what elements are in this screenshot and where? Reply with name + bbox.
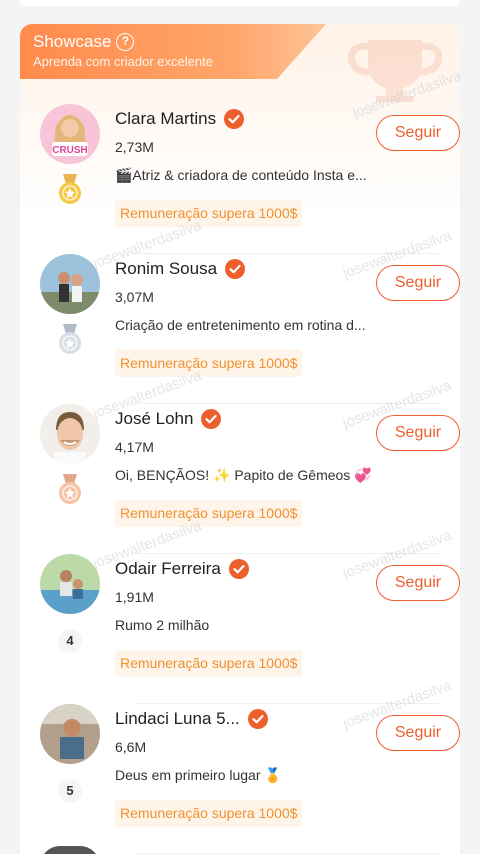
creator-name[interactable]: Lindaci Luna 5... [115,709,240,729]
creator-bio: Criação de entretenimento em rotina d... [115,317,366,333]
banner-title-text: Showcase [33,32,112,51]
earnings-tag: Remuneração supera 1000$ [115,500,303,527]
creator-row[interactable]: Ronim Sousa 3,07M Criação de entreteniment… [40,254,460,404]
gold-medal-icon [59,174,81,204]
earnings-tag: Remuneração supera 1000$ [115,650,303,677]
creator-name-line: Clara Martins [115,109,245,129]
creator-row[interactable]: CRUSH Clara Martins 2,73M 🎬Atriz & criadora… [40,104,460,254]
earnings-tag: Remuneração supera 1000$ [115,350,303,377]
follow-button[interactable]: Seguir [376,415,460,451]
follow-button[interactable]: Seguir [376,715,460,751]
showcase-page: Showcase ? Aprenda com criador excelente… [0,0,480,854]
creator-bio: 🎬Atriz & criadora de conteúdo Insta e... [115,167,367,183]
verified-badge-icon [228,559,249,579]
creator-row[interactable]: 4 Odair Ferreira 1,91M Rumo 2 milhão Remuner… [40,554,460,704]
previous-card-edge [20,0,460,6]
creator-avatar[interactable]: CRUSH [40,104,100,164]
creator-bio: Deus em primeiro lugar 🏅 [115,767,282,783]
creator-name-line: José Lohn [115,409,222,429]
follower-count: 4,17M [115,439,154,455]
earnings-tag: Remuneração supera 1000$ [115,200,303,227]
follower-count: 3,07M [115,289,154,305]
creator-row[interactable]: 5 Lindaci Luna 5... 6,6M Deus em primeiro l… [40,704,460,854]
showcase-card: Showcase ? Aprenda com criador excelente… [20,24,460,854]
verified-badge-icon [225,259,246,279]
creator-name[interactable]: José Lohn [115,409,193,429]
creator-avatar[interactable] [40,254,100,314]
follower-count: 2,73M [115,139,154,155]
creator-row[interactable]: José Lohn 4,17M Oi, BENÇÃOS! ✨ Papito de G… [40,404,460,554]
creator-bio: Rumo 2 milhão [115,617,210,633]
banner-title: Showcase ? [33,32,135,52]
creator-avatar[interactable] [40,704,100,764]
svg-text:CRUSH: CRUSH [52,145,88,156]
banner-subtitle: Aprenda com criador excelente [33,54,213,69]
rank-number: 4 [58,629,82,653]
creator-avatar[interactable] [40,404,100,464]
creator-name-line: Odair Ferreira [115,559,249,579]
trophy-decoration-icon [347,40,443,102]
verified-badge-icon [224,109,245,129]
creator-name[interactable]: Odair Ferreira [115,559,221,579]
follower-count: 6,6M [115,739,147,755]
creator-name[interactable]: Clara Martins [115,109,216,129]
creator-name-line: Lindaci Luna 5... [115,709,268,729]
verified-badge-icon [247,709,268,729]
follow-button[interactable]: Seguir [376,265,460,301]
earnings-tag: Remuneração supera 1000$ [115,800,303,827]
silver-medal-icon [59,324,81,354]
follower-count: 1,91M [115,589,154,605]
bronze-medal-icon [59,474,81,504]
verified-badge-icon [201,409,222,429]
creator-bio: Oi, BENÇÃOS! ✨ Papito de Gêmeos 💞 [115,467,372,483]
creator-avatar[interactable] [40,554,100,614]
follow-button[interactable]: Seguir [376,115,460,151]
rank-number: 5 [58,779,82,803]
creator-name-line: Ronim Sousa [115,259,246,279]
help-circle-icon[interactable]: ? [116,33,135,51]
follow-button[interactable]: Seguir [376,565,460,601]
creator-name[interactable]: Ronim Sousa [115,259,217,279]
